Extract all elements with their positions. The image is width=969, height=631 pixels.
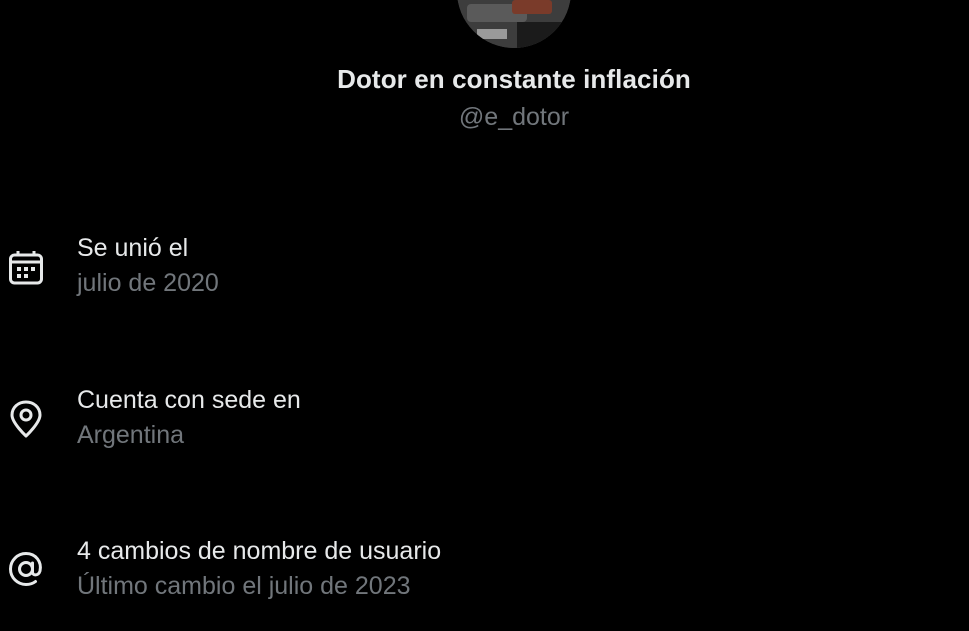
username-changes-value: Último cambio el julio de 2023: [77, 572, 411, 600]
location-pin-icon: [6, 399, 46, 439]
profile-avatar[interactable]: [457, 0, 571, 48]
based-in-label: Cuenta con sede en: [77, 386, 301, 414]
profile-handle: @e_dotor: [458, 103, 570, 131]
calendar-icon: [6, 248, 46, 288]
username-changes-label: 4 cambios de nombre de usuario: [77, 537, 442, 565]
joined-date-row: Se unió el julio de 2020: [0, 231, 969, 311]
at-sign-icon: [6, 549, 46, 589]
based-in-row: Cuenta con sede en Argentina: [0, 383, 969, 463]
joined-label: Se unió el: [77, 234, 189, 262]
based-in-value: Argentina: [77, 421, 185, 449]
profile-display-name: Dotor en constante inflación: [337, 64, 691, 94]
username-changes-row: 4 cambios de nombre de usuario Último ca…: [0, 534, 969, 614]
joined-value: julio de 2020: [77, 269, 219, 297]
